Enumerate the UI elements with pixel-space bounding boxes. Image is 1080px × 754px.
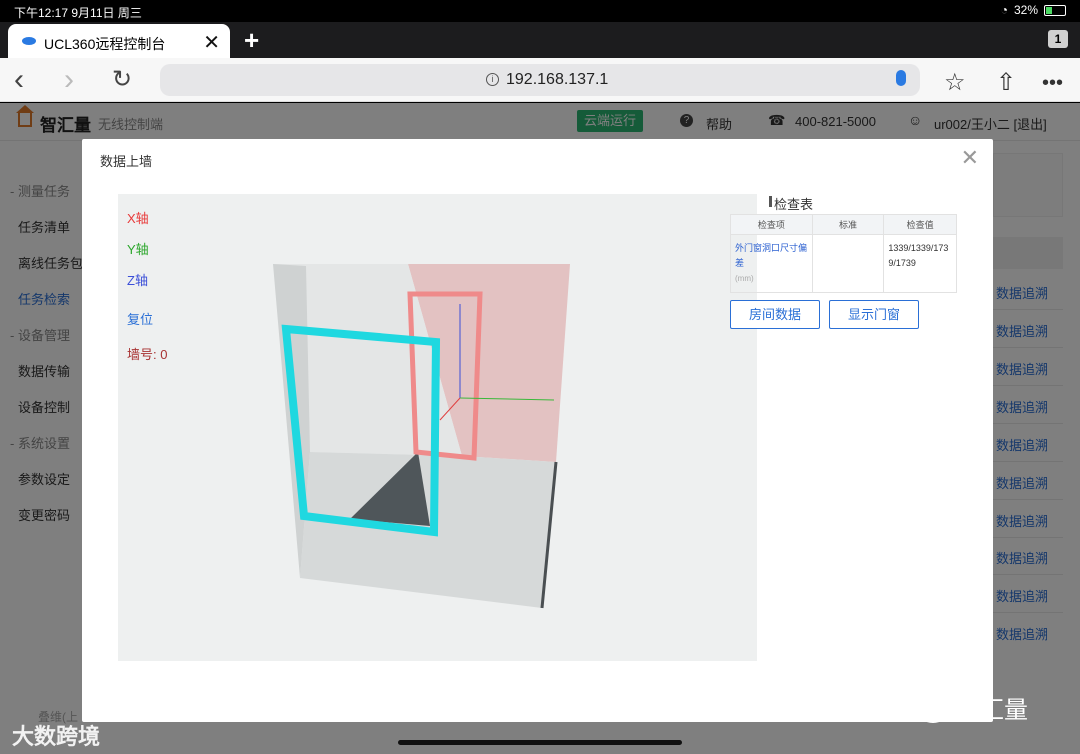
y-axis-label[interactable]: Y轴: [127, 239, 149, 258]
check-standard-cell: [811, 234, 885, 293]
new-tab-button[interactable]: +: [244, 25, 259, 56]
z-axis-label[interactable]: Z轴: [127, 270, 148, 289]
forward-icon[interactable]: ›: [64, 62, 74, 98]
battery-icon: [1044, 4, 1066, 16]
browser-tab-bar: UCL360远程控制台 ✕ + 1: [0, 22, 1080, 58]
tab-title: UCL360远程控制台: [44, 36, 166, 52]
room-data-button[interactable]: 房间数据: [730, 300, 820, 329]
address-bar[interactable]: i 192.168.137.1: [160, 64, 920, 96]
status-time: 下午12:17 9月11日 周三: [14, 6, 142, 20]
check-table-title: 检查表: [768, 194, 813, 213]
wechat-icon: [918, 700, 948, 723]
share-icon[interactable]: ⇧: [996, 68, 1016, 97]
watermark-left: 大数跨境: [12, 724, 101, 749]
data-wall-modal: 数据上墙 ✕ X轴 Y轴 Z轴 复位 墙号: 0 检查表 检查项 标准 检查值 …: [82, 139, 993, 722]
check-header-standard: 标准: [811, 214, 885, 235]
url-text: 192.168.137.1: [506, 71, 609, 88]
x-axis-label[interactable]: X轴: [127, 208, 149, 227]
check-value-cell: 1339/1339/1739/1739: [883, 234, 957, 293]
tab-count-button[interactable]: 1: [1048, 30, 1068, 48]
status-bar: 下午12:17 9月11日 周三 ◔ 32%: [0, 0, 1080, 22]
back-icon[interactable]: ‹: [14, 62, 24, 98]
wifi-icon: ◔: [1000, 3, 1008, 17]
check-header-item: 检查项: [730, 214, 813, 235]
check-item-name[interactable]: 外门窗洞口尺寸偏差: [735, 241, 808, 271]
more-icon[interactable]: •••: [1042, 72, 1063, 95]
3d-wall-viewer[interactable]: X轴 Y轴 Z轴 复位 墙号: 0: [118, 194, 757, 661]
browser-tab[interactable]: UCL360远程控制台 ✕: [8, 24, 230, 58]
reset-view-button[interactable]: 复位: [127, 309, 153, 328]
home-indicator[interactable]: [398, 740, 682, 745]
browser-nav-bar: ‹ › ↻ i 192.168.137.1 ☆ ⇧ •••: [0, 58, 1080, 102]
wall-number: 墙号: 0: [127, 347, 168, 362]
check-header-value: 检查值: [883, 214, 957, 235]
microphone-icon[interactable]: [896, 70, 906, 86]
modal-close-icon[interactable]: ✕: [961, 147, 979, 169]
modal-title: 数据上墙: [100, 154, 153, 169]
check-item-unit: (mm): [735, 274, 754, 283]
site-favicon-icon: [22, 37, 36, 45]
watermark-right: 智汇量: [918, 690, 1028, 725]
close-tab-icon[interactable]: ✕: [203, 30, 220, 55]
battery-percent: 32%: [1013, 3, 1038, 17]
watermark-right-text: 智汇量: [956, 697, 1028, 724]
check-item-cell: 外门窗洞口尺寸偏差 (mm): [730, 234, 813, 293]
info-icon: i: [486, 73, 499, 86]
table-row[interactable]: 外门窗洞口尺寸偏差 (mm) 1339/1339/1739/1739: [730, 234, 957, 293]
reload-icon[interactable]: ↻: [112, 62, 132, 98]
3d-scene[interactable]: [118, 194, 757, 661]
bookmark-star-icon[interactable]: ☆: [944, 68, 966, 97]
check-table: 检查项 标准 检查值 外门窗洞口尺寸偏差 (mm) 1339/1339/1739…: [730, 214, 957, 293]
show-doors-windows-button[interactable]: 显示门窗: [829, 300, 919, 329]
web-page: 智汇量 无线控制端 云端运行 ? 帮助 ☎ 400-821-5000 ☺ ur0…: [0, 103, 1080, 754]
